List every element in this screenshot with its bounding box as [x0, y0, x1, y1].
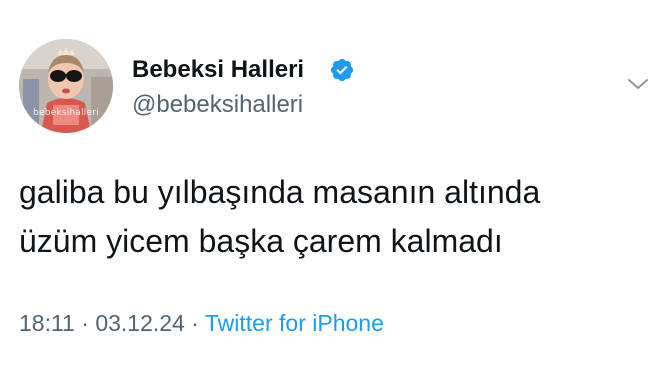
avatar-watermark: bebeksihalleri [33, 108, 99, 118]
meta-separator: · [191, 310, 199, 336]
display-name[interactable]: Bebeksi Halleri [132, 56, 304, 84]
tweet-card: bebeksihalleri Bebeksi Halleri @bebeksih… [0, 0, 672, 378]
chevron-down-icon[interactable] [626, 76, 650, 92]
meta-separator: · [81, 310, 89, 336]
tweet-date[interactable]: 03.12.24 [95, 310, 185, 336]
tweet-text-line: üzüm yicem başka çarem kalmadı [19, 223, 503, 259]
tweet-text-line: galiba bu yılbaşında masanın altında [19, 174, 541, 210]
user-handle[interactable]: @bebeksihalleri [132, 91, 303, 119]
tweet-source-link[interactable]: Twitter for iPhone [205, 310, 384, 336]
avatar[interactable]: bebeksihalleri [19, 39, 113, 133]
tweet-time[interactable]: 18:11 [19, 310, 75, 336]
avatar-photo [19, 39, 113, 133]
tweet-text: galiba bu yılbaşında masanın altında üzü… [19, 168, 659, 266]
verified-badge-icon [330, 58, 354, 82]
tweet-meta: 18:11 · 03.12.24 · Twitter for iPhone [19, 309, 384, 337]
